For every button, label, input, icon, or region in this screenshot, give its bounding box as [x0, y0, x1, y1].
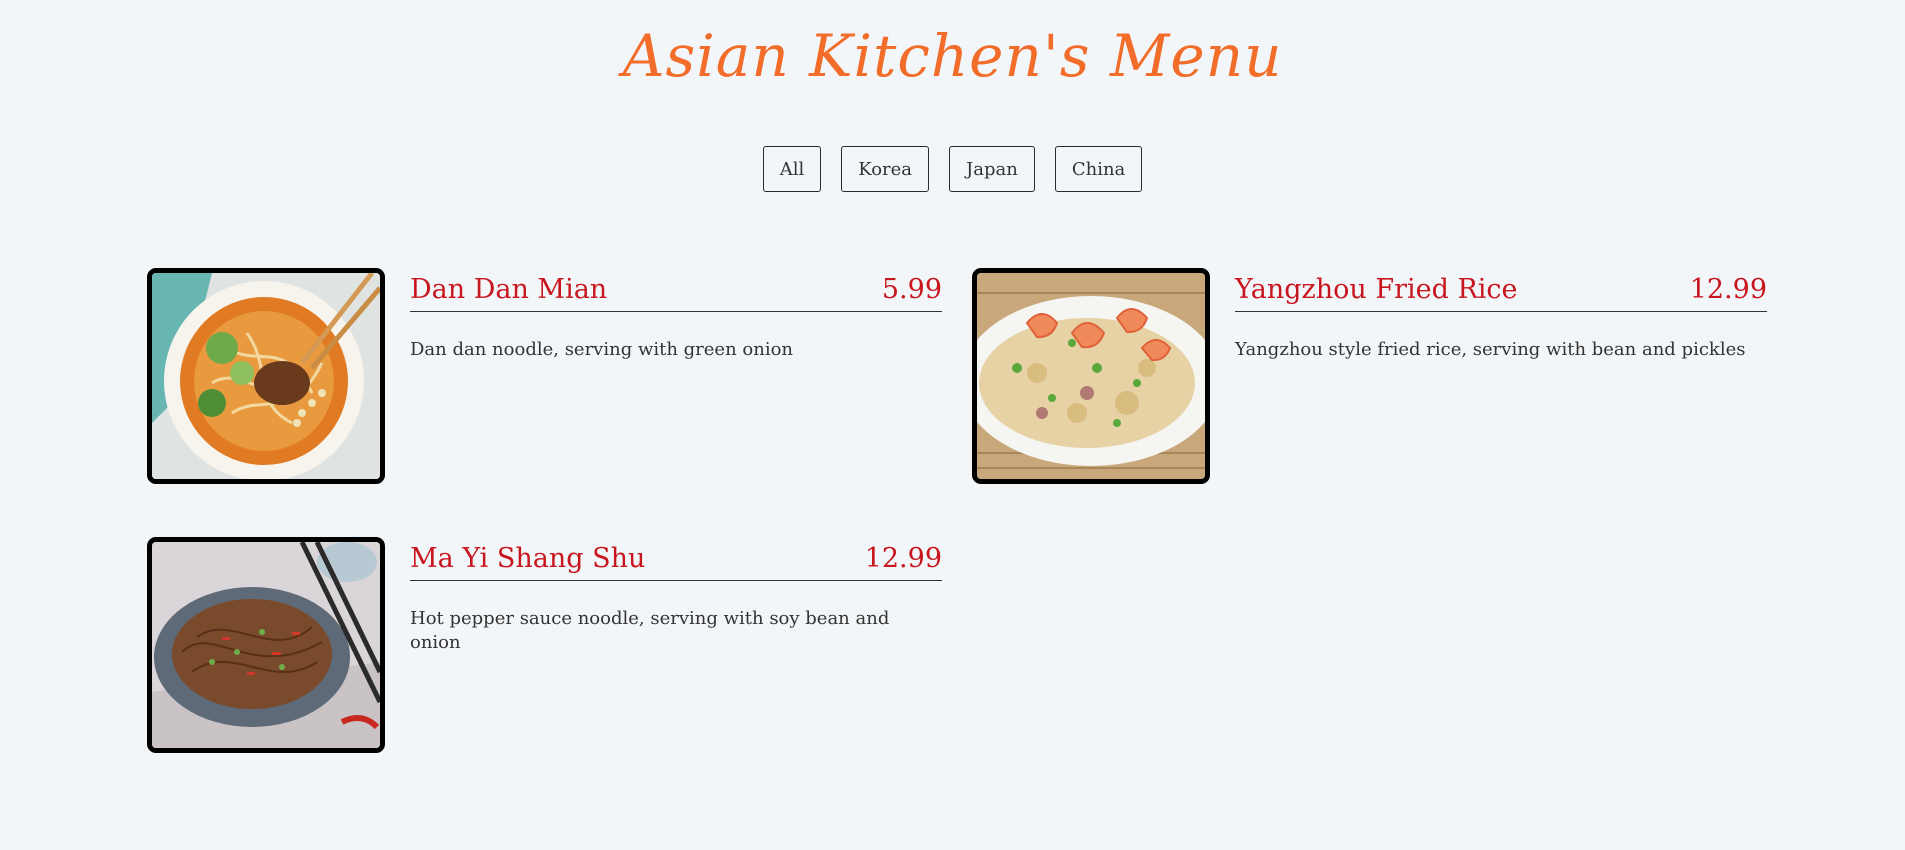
menu-item: Ma Yi Shang Shu 12.99 Hot pepper sauce n… — [147, 537, 942, 753]
menu-item-name: Dan Dan Mian — [410, 274, 608, 305]
filter-japan-button[interactable]: Japan — [949, 146, 1035, 192]
fried-rice-photo — [972, 268, 1210, 484]
menu-item-header: Dan Dan Mian 5.99 — [410, 268, 942, 312]
menu-item-header: Ma Yi Shang Shu 12.99 — [410, 537, 942, 581]
menu-item-price: 12.99 — [1689, 274, 1767, 305]
page-title: Asian Kitchen's Menu — [622, 22, 1283, 90]
menu-item-description: Dan dan noodle, serving with green onion — [410, 339, 794, 360]
menu-item-description: Yangzhou style fried rice, serving with … — [1235, 339, 1746, 360]
menu-page: Asian Kitchen's Menu All Korea Japan Chi… — [0, 0, 1905, 850]
menu-item-header: Yangzhou Fried Rice 12.99 — [1235, 268, 1767, 312]
category-filter-bar: All Korea Japan China — [0, 146, 1905, 192]
filter-china-button[interactable]: China — [1054, 146, 1143, 192]
menu-item-price: 12.99 — [864, 543, 942, 574]
menu-item-name: Ma Yi Shang Shu — [410, 543, 646, 574]
menu-item-price: 5.99 — [881, 274, 942, 305]
filter-korea-button[interactable]: Korea — [841, 146, 930, 192]
menu-item: Yangzhou Fried Rice 12.99 Yangzhou style… — [972, 268, 1767, 484]
glass-noodle-photo — [147, 537, 385, 753]
menu-item-info: Yangzhou Fried Rice 12.99 Yangzhou style… — [1235, 268, 1767, 362]
menu-item-name: Yangzhou Fried Rice — [1235, 274, 1518, 305]
noodle-bowl-photo — [147, 268, 385, 484]
filter-all-button[interactable]: All — [762, 146, 822, 192]
menu-item-info: Dan Dan Mian 5.99 Dan dan noodle, servin… — [410, 268, 942, 362]
menu-item-info: Ma Yi Shang Shu 12.99 Hot pepper sauce n… — [410, 537, 942, 655]
menu-item: Dan Dan Mian 5.99 Dan dan noodle, servin… — [147, 268, 942, 484]
menu-item-description: Hot pepper sauce noodle, serving with so… — [410, 608, 890, 653]
